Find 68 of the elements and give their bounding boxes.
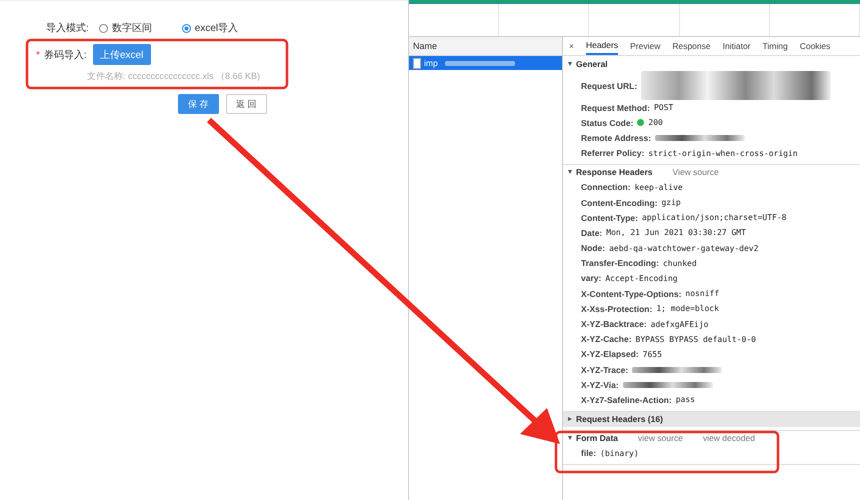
expanded-triangle-icon[interactable]	[568, 436, 572, 440]
header-value: Accept-Encoding	[605, 274, 678, 283]
header-value: gzip	[661, 198, 681, 208]
header-value: chunked	[662, 258, 697, 268]
view-link[interactable]: View source	[672, 167, 719, 178]
header-value: nosniff	[685, 289, 720, 298]
required-mark: *	[36, 50, 40, 60]
header-value: aebd-qa-watchtower-gateway-dev2	[609, 244, 758, 253]
header-name: Status Code:	[581, 118, 634, 128]
header-name: X-YZ-Cache:	[581, 334, 632, 344]
section-title[interactable]: Request Headers (16)	[576, 414, 663, 424]
header-name: Remote Address:	[581, 132, 652, 143]
section-title[interactable]: General	[576, 58, 608, 68]
header-value: (binary)	[600, 448, 639, 458]
header-value: BYPASS BYPASS default-0-0	[636, 334, 756, 344]
section-title[interactable]: Form Data	[576, 433, 618, 444]
import-label-text: 券码导入:	[44, 50, 87, 60]
header-name: Connection:	[581, 182, 631, 192]
header-name: X-YZ-Backtrace:	[581, 319, 647, 330]
header-name: Content-Type:	[581, 212, 638, 223]
file-name-text: 文件名称: cccccccccccccccc.xls （8.66 KB)	[87, 70, 262, 83]
header-name: vary:	[581, 273, 602, 284]
view-link[interactable]: view decoded	[702, 433, 755, 444]
column-header: Name	[409, 37, 562, 56]
header-value: 200	[648, 118, 663, 128]
header-name: X-Content-Type-Options:	[581, 288, 682, 299]
header-value: POST	[654, 103, 674, 112]
section-title[interactable]: Response Headers	[576, 167, 653, 178]
view-link[interactable]: view source	[638, 433, 683, 444]
header-value: Mon, 21 Jun 2021 03:30:27 GMT	[606, 228, 746, 238]
header-name: X-YZ-Via:	[581, 380, 619, 390]
header-value: keep-alive	[634, 182, 683, 192]
tab[interactable]: Timing	[762, 38, 788, 54]
status-dot-icon	[637, 119, 644, 126]
redaction-mark	[444, 60, 515, 66]
tab[interactable]: Preview	[630, 38, 660, 54]
tab[interactable]: Response	[672, 38, 711, 54]
radio-option[interactable]: 数字区间	[98, 21, 152, 35]
header-value: 7655	[642, 350, 662, 359]
request-row[interactable]: imp	[409, 56, 562, 70]
tab[interactable]: Initiator	[722, 38, 750, 54]
header-name: X-Xss-Protection:	[581, 304, 652, 314]
header-name: Transfer-Encoding:	[581, 258, 659, 268]
header-name: X-Yz7-Safeline-Action:	[581, 394, 672, 405]
header-value: adefxgAFEijo	[650, 320, 708, 329]
header-name: Request URL:	[581, 80, 638, 90]
back-button[interactable]: 返 回	[226, 94, 267, 114]
header-name: file:	[581, 448, 596, 458]
radio-option[interactable]: excel导入	[182, 21, 238, 35]
collapsed-triangle-icon[interactable]	[568, 417, 572, 422]
header-name: Date:	[581, 228, 602, 238]
header-name: Node:	[581, 243, 606, 254]
header-value: 1; mode=block	[656, 304, 719, 314]
header-value: application/json;charset=UTF-8	[642, 213, 786, 222]
header-name: Content-Encoding:	[581, 198, 658, 208]
header-name: X-YZ-Trace:	[581, 364, 628, 375]
tab[interactable]: Headers	[586, 37, 618, 55]
tab[interactable]: Cookies	[800, 38, 830, 54]
header-value: pass	[676, 395, 695, 404]
close-button[interactable]: ×	[569, 41, 574, 51]
file-icon	[413, 58, 421, 68]
header-name: Request Method:	[581, 102, 650, 113]
header-name: X-YZ-Elapsed:	[581, 349, 639, 360]
expanded-triangle-icon[interactable]	[568, 62, 572, 66]
expanded-triangle-icon[interactable]	[568, 170, 572, 174]
header-name: Referrer Policy:	[581, 148, 644, 158]
mode-label: 导入模式:	[46, 22, 89, 35]
header-value: strict-origin-when-cross-origin	[648, 148, 798, 158]
